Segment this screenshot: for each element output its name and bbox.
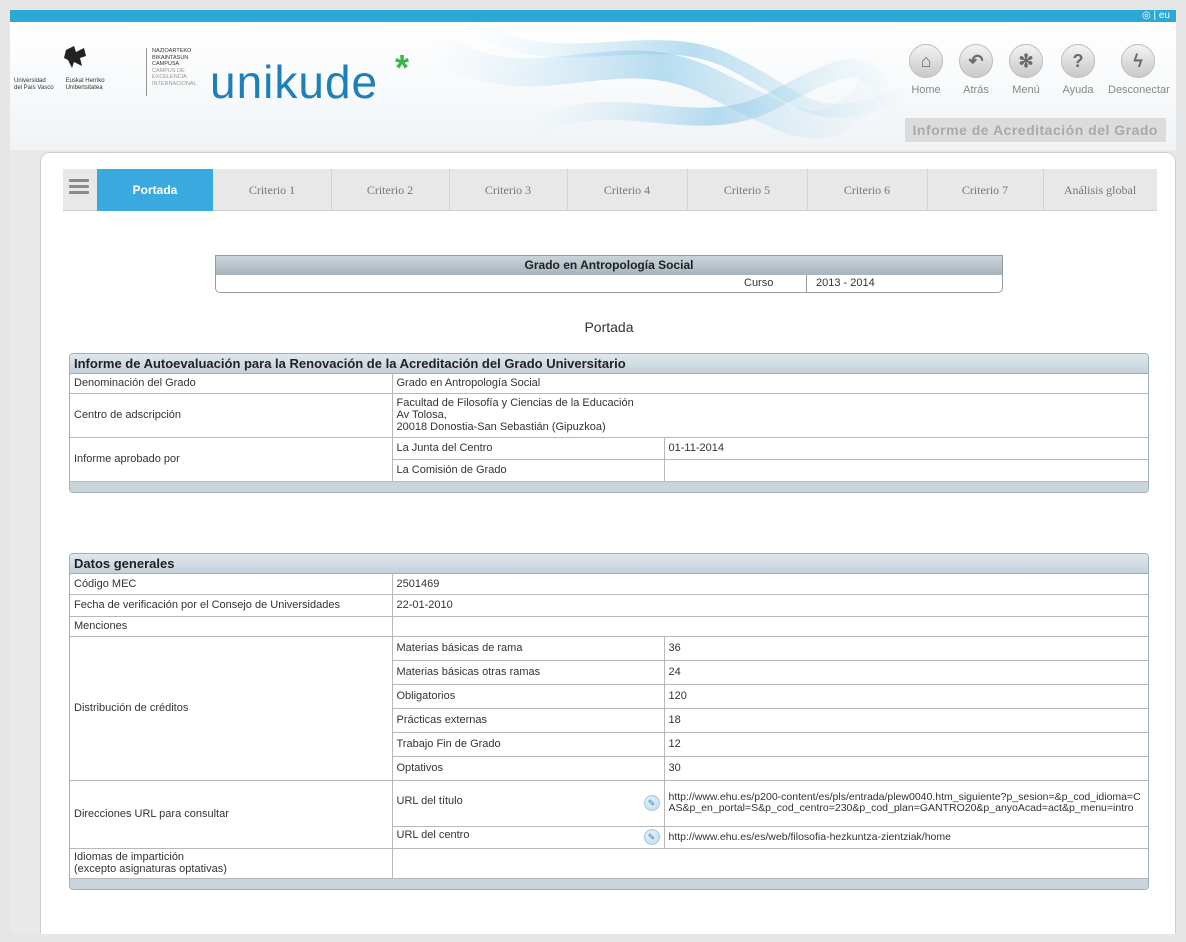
upv-name: Universidad del País VascoEuskal Herriko U… <box>14 78 105 91</box>
table-row: Menciones <box>70 615 1148 637</box>
idiomas-value <box>391 847 1148 879</box>
table-row: Idiomas de impartición (excepto asignatu… <box>70 847 1148 879</box>
curso-value: 2013 - 2014 <box>816 277 875 289</box>
aprobado-label: Informe aprobado por <box>70 436 393 482</box>
credito-label: Optativos <box>392 755 665 781</box>
centro-value: Facultad de Filosofía y Ciencias de la E… <box>391 392 1148 438</box>
datos-title: Datos generales <box>70 554 1148 574</box>
back-icon: ↶ <box>959 44 993 78</box>
autoeval-title: Informe de Autoevaluación para la Renova… <box>70 354 1148 374</box>
degree-box: Grado en Antropología Social Curso 2013 … <box>215 255 1003 293</box>
page-heading: Portada <box>584 319 634 335</box>
table-row: Centro de adscripción Facultad de Filoso… <box>70 392 1148 438</box>
url-centro-cell: URL del centro ✎ <box>392 825 665 849</box>
hamburger-menu-icon[interactable] <box>69 179 89 195</box>
fecha-label: Fecha de verificación por el Consejo de … <box>70 593 393 617</box>
url-centro-label: URL del centro <box>396 829 470 841</box>
autoeval-table: Denominación del Grado Grado en Antropol… <box>70 374 1148 482</box>
upv-ehu-logo: Universidad del País VascoEuskal Herriko U… <box>14 44 132 104</box>
help-button[interactable]: ? Ayuda <box>1048 44 1108 96</box>
junta-label: La Junta del Centro <box>391 436 665 460</box>
top-strip: ◎ | eu <box>10 10 1176 22</box>
credito-label: Trabajo Fin de Grado <box>392 731 665 757</box>
credito-value: 12 <box>663 731 1148 757</box>
table-row: Distribución de créditos Materias básica… <box>70 635 1148 781</box>
logout-label: Desconectar <box>1108 84 1170 96</box>
menu-star-icon: ✻ <box>1009 44 1043 78</box>
tab-portada[interactable]: Portada <box>97 169 213 211</box>
credito-label: Prácticas externas <box>392 707 665 733</box>
url-titulo-cell: URL del título ✎ <box>391 779 665 827</box>
tab-criterio-2[interactable]: Criterio 2 <box>331 169 449 211</box>
menu-button[interactable]: ✻ Menú <box>996 44 1056 96</box>
menu-label: Menú <box>1012 84 1040 96</box>
autoeval-panel: Informe de Autoevaluación para la Renova… <box>69 353 1149 493</box>
top-nav: ⌂ Home ↶ Atrás ✻ Menú ? Ayuda ϟ Desconec… <box>896 44 1176 104</box>
page-frame: ◎ | eu Universidad del País VascoEuskal H… <box>10 10 1176 934</box>
denominacion-value: Grado en Antropología Social <box>391 374 1148 394</box>
degree-title: Grado en Antropología Social <box>216 256 1002 275</box>
credito-value: 36 <box>663 635 1148 661</box>
home-icon: ⌂ <box>909 44 943 78</box>
centro-label: Centro de adscripción <box>70 392 393 438</box>
junta-value: 01-11-2014 <box>663 436 1148 460</box>
datos-table: Código MEC 2501469 Fecha de verificación… <box>70 574 1148 879</box>
urls-label: Direcciones URL para consultar <box>70 779 393 849</box>
credito-label: Materias básicas de rama <box>391 635 665 661</box>
credito-value: 24 <box>663 659 1148 685</box>
url-centro-link[interactable]: http://www.ehu.es/es/web/filosofia-hezku… <box>663 825 1148 849</box>
header: Universidad del País VascoEuskal Herriko U… <box>10 22 1176 150</box>
tab-criterio-4[interactable]: Criterio 4 <box>567 169 687 211</box>
table-row: Direcciones URL para consultar URL del t… <box>70 779 1148 849</box>
language-switch[interactable]: ◎ | eu <box>1142 10 1170 22</box>
table-row: Denominación del Grado Grado en Antropol… <box>70 374 1148 394</box>
panel-footer <box>70 878 1148 889</box>
menciones-label: Menciones <box>70 615 393 637</box>
comision-label: La Comisión de Grado <box>392 458 665 482</box>
table-row: Informe aprobado por La Junta del Centro… <box>70 436 1148 482</box>
url-titulo-link[interactable]: http://www.ehu.es/p200-content/es/pls/en… <box>663 779 1148 827</box>
credito-label: Materias básicas otras ramas <box>392 659 665 685</box>
brand-logo[interactable]: unikude <box>210 58 378 106</box>
report-title: Informe de Acreditación del Grado <box>904 118 1166 142</box>
comision-value <box>663 458 1148 482</box>
credito-value: 120 <box>663 683 1148 709</box>
credito-value: 18 <box>663 707 1148 733</box>
logout-button[interactable]: ϟ Desconectar <box>1108 44 1170 96</box>
idiomas-label: Idiomas de impartición (excepto asignatu… <box>70 847 393 879</box>
tab-criterio-3[interactable]: Criterio 3 <box>449 169 567 211</box>
upv-crest-icon <box>64 46 86 68</box>
panel-footer <box>70 481 1148 492</box>
tab-analisis-global[interactable]: Análisis global <box>1043 169 1157 211</box>
main-content: Portada Criterio 1 Criterio 2 Criterio 3… <box>40 152 1176 934</box>
curso-row: Curso 2013 - 2014 <box>216 275 1002 292</box>
url-titulo-label: URL del título <box>396 795 463 807</box>
logo-separator <box>146 48 147 96</box>
lightning-icon: ϟ <box>1121 44 1155 78</box>
menciones-value <box>391 615 1148 637</box>
edit-pencil-icon[interactable]: ✎ <box>643 829 660 845</box>
codigo-value: 2501469 <box>391 574 1148 595</box>
tab-criterio-6[interactable]: Criterio 6 <box>807 169 927 211</box>
credito-label: Obligatorios <box>392 683 665 709</box>
brand-asterisk-icon: * <box>395 47 410 88</box>
edit-pencil-icon[interactable]: ✎ <box>643 795 660 811</box>
tab-bar: Portada Criterio 1 Criterio 2 Criterio 3… <box>63 169 1157 211</box>
denominacion-label: Denominación del Grado <box>70 374 393 394</box>
credito-value: 30 <box>663 755 1148 781</box>
curso-divider <box>806 275 807 292</box>
tab-criterio-5[interactable]: Criterio 5 <box>687 169 807 211</box>
help-icon: ? <box>1061 44 1095 78</box>
datos-panel: Datos generales Código MEC 2501469 Fecha… <box>69 553 1149 890</box>
campus-excellence-text: NAZIOARTEKO BIKAINTASUN CAMPUSA CAMPUS D… <box>152 48 197 87</box>
fecha-value: 22-01-2010 <box>391 593 1148 617</box>
help-label: Ayuda <box>1062 84 1094 96</box>
tab-criterio-7[interactable]: Criterio 7 <box>927 169 1043 211</box>
codigo-label: Código MEC <box>70 574 393 595</box>
table-row: Código MEC 2501469 <box>70 574 1148 595</box>
creditos-label: Distribución de créditos <box>70 635 393 781</box>
curso-label: Curso <box>744 277 774 289</box>
tab-criterio-1[interactable]: Criterio 1 <box>213 169 331 211</box>
table-row: Fecha de verificación por el Consejo de … <box>70 593 1148 617</box>
